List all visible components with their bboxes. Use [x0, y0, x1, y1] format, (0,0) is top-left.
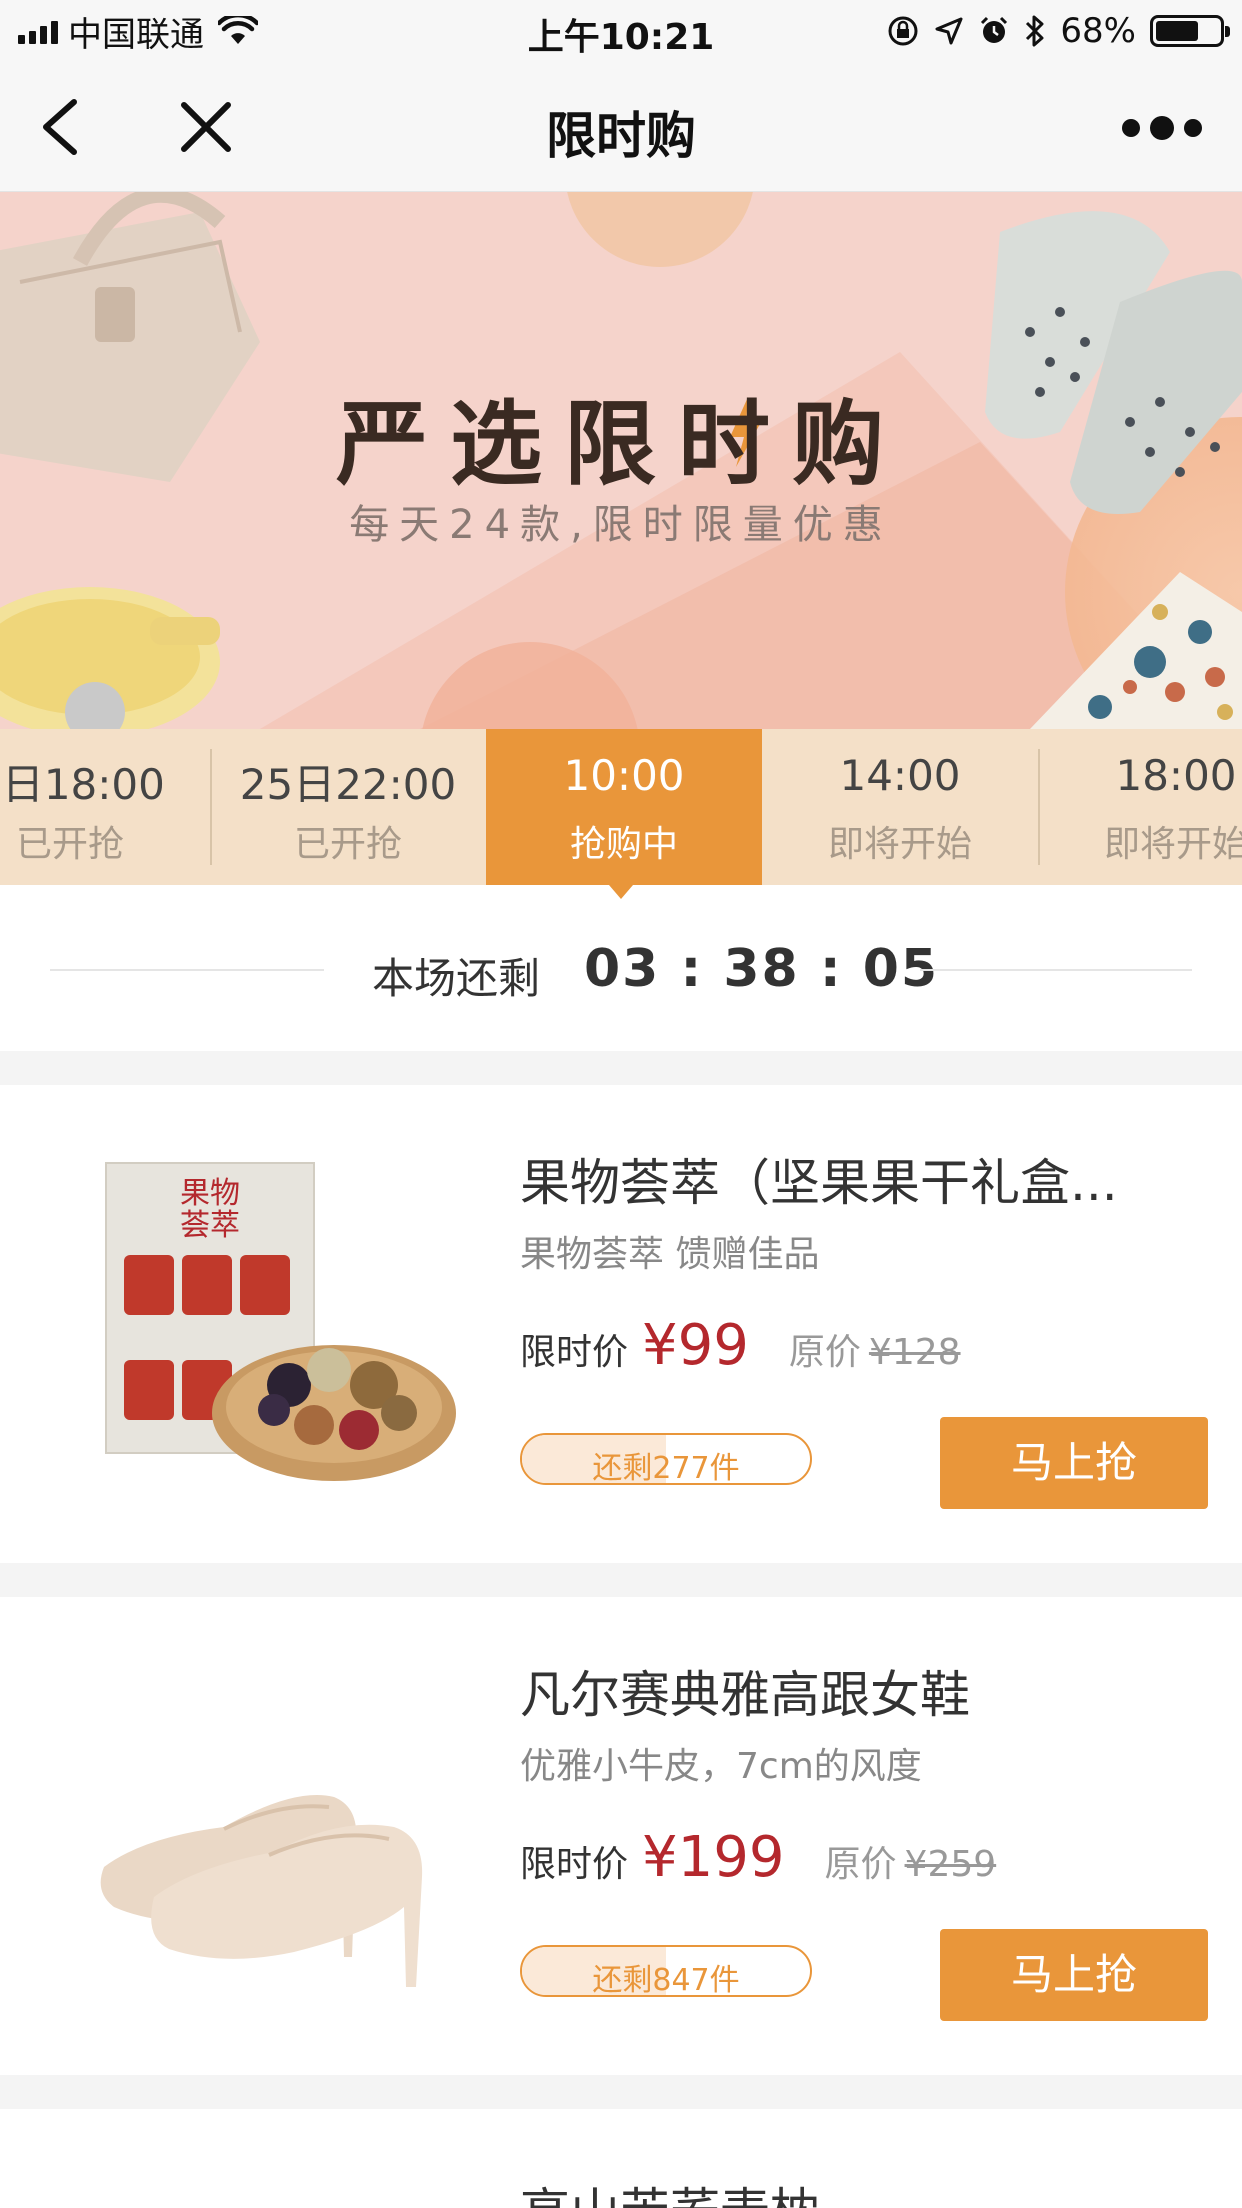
banner-subtitle: 每天24款,限时限量优惠: [349, 502, 893, 548]
banner-title: 严选限时购: [335, 391, 906, 498]
stock-progress: 还剩277件: [520, 1433, 812, 1485]
tab-time: 14:00: [839, 751, 961, 800]
product-card[interactable]: 凡尔赛典雅高跟女鞋 优雅小牛皮，7cm的风度 限时价 ¥199 原价 ¥259 …: [0, 1597, 1242, 2075]
stock-remaining: 还剩277件: [592, 1451, 740, 1485]
alarm-icon: [981, 16, 1008, 43]
product-image-nut-gift-box: 果物 荟萃: [105, 1162, 456, 1481]
divider-line: [920, 969, 1192, 971]
product-name[interactable]: 高山苦荞麦枕: [520, 2172, 820, 2208]
price-label: 限时价: [520, 1844, 629, 1885]
sale-price: ¥99: [642, 1313, 749, 1378]
tab-session-1[interactable]: 5日18:00 已开抢: [0, 729, 208, 885]
tab-time: 5日18:00: [0, 760, 165, 809]
product-description: 果物荟萃 馈赠佳品: [520, 1234, 820, 1275]
original-price-label: 原价: [788, 1332, 861, 1373]
battery-icon: [1150, 15, 1230, 47]
buy-now-button[interactable]: 马上抢: [940, 1929, 1208, 2021]
battery-percent: 68%: [1060, 11, 1136, 51]
original-price: ¥259: [904, 1844, 997, 1885]
product-name[interactable]: 凡尔赛典雅高跟女鞋: [520, 1655, 970, 1727]
stock-progress: 还剩847件: [520, 1945, 812, 1997]
tab-state: 即将开始: [1103, 824, 1242, 865]
status-right: 68%: [886, 10, 1230, 52]
tab-state: 抢购中: [569, 824, 678, 865]
price-row: 限时价 ¥99 原价 ¥128: [520, 1313, 961, 1378]
location-icon: [935, 17, 963, 45]
status-bar: 中国联通 上午10:21 68%: [0, 0, 1242, 62]
price-row: 限时价 ¥199 原价 ¥259: [520, 1825, 996, 1890]
nav-bar: 限时购: [0, 62, 1242, 192]
svg-text:荟萃: 荟萃: [180, 1208, 240, 1243]
time-tabs: 5日18:00 已开抢 25日22:00 已开抢 10:00 抢购中 14:00…: [0, 729, 1242, 885]
section-gap: [0, 1563, 1242, 1597]
countdown-timer: 03 : 38 : 05: [584, 939, 940, 999]
countdown: 本场还剩 03 : 38 : 05: [0, 899, 1242, 1051]
product-card[interactable]: 果物 荟萃 果物荟萃（坚果果干礼盒... 果物荟萃 馈赠佳品 限时价 ¥99 原…: [0, 1085, 1242, 1563]
tab-time: 10:00: [563, 751, 685, 800]
tab-state: 已开抢: [15, 824, 124, 865]
svg-text:果物: 果物: [180, 1176, 240, 1211]
bluetooth-icon: [1026, 15, 1044, 47]
product-image-high-heels: [100, 1795, 423, 1987]
promo-banner[interactable]: 严选限时购 每天24款,限时限量优惠: [0, 192, 1242, 729]
tab-session-2[interactable]: 25日22:00 已开抢: [210, 729, 486, 885]
tab-session-5[interactable]: 18:00 即将开始: [1038, 729, 1242, 885]
more-icon[interactable]: [1122, 108, 1202, 148]
product-name[interactable]: 果物荟萃（坚果果干礼盒...: [520, 1143, 1118, 1215]
section-gap: [0, 2075, 1242, 2109]
price-label: 限时价: [520, 1332, 629, 1373]
original-price-label: 原价: [824, 1844, 897, 1885]
tab-session-current[interactable]: 10:00 抢购中: [486, 729, 762, 885]
section-gap: [0, 1051, 1242, 1085]
stock-remaining: 还剩847件: [592, 1963, 740, 1997]
tab-time: 18:00: [1115, 751, 1237, 800]
countdown-label: 本场还剩: [372, 954, 541, 1003]
page-title: 限时购: [546, 107, 696, 165]
orientation-lock-icon: [888, 16, 918, 46]
original-price: ¥128: [868, 1332, 961, 1373]
sale-price: ¥199: [642, 1825, 785, 1890]
tab-time: 25日22:00: [239, 760, 457, 809]
pot-image: [0, 587, 220, 729]
tab-session-4[interactable]: 14:00 即将开始: [762, 729, 1038, 885]
tab-state: 已开抢: [293, 824, 402, 865]
active-tab-arrow: [609, 885, 633, 899]
divider-line: [50, 969, 324, 971]
battery-level: [1156, 21, 1199, 41]
buy-now-button[interactable]: 马上抢: [940, 1417, 1208, 1509]
product-description: 优雅小牛皮，7cm的风度: [520, 1746, 922, 1787]
tab-state: 即将开始: [827, 824, 972, 865]
